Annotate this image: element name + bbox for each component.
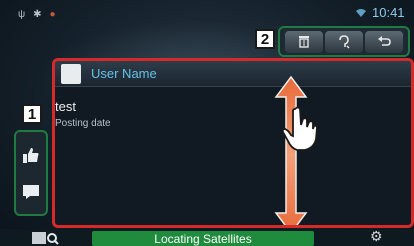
speech-icon bbox=[339, 34, 350, 48]
back-button[interactable] bbox=[365, 30, 403, 53]
side-button-group bbox=[14, 130, 48, 216]
location-status: Locating Satellites bbox=[92, 231, 314, 246]
like-button[interactable] bbox=[19, 142, 43, 168]
status-icons: ψ ✱ ● bbox=[18, 10, 56, 20]
screen: ψ ✱ ● 10:41 2 1 User Name test Posting d… bbox=[0, 0, 414, 246]
comment-icon bbox=[23, 184, 39, 199]
post-text: test bbox=[55, 99, 76, 114]
clock: 10:41 bbox=[372, 5, 405, 20]
post-panel[interactable]: User Name test Posting date bbox=[52, 58, 414, 228]
record-icon: ● bbox=[49, 9, 56, 20]
avatar[interactable] bbox=[61, 64, 81, 84]
comment-button[interactable] bbox=[19, 179, 43, 205]
callout-2: 2 bbox=[255, 29, 275, 49]
navigation-search-icon[interactable] bbox=[30, 229, 60, 246]
wifi-icon bbox=[356, 9, 366, 17]
like-icon bbox=[23, 147, 39, 163]
callout-1: 1 bbox=[22, 104, 42, 124]
post-header: User Name bbox=[55, 61, 411, 87]
hand-touch-icon bbox=[281, 106, 318, 151]
posting-date: Posting date bbox=[55, 118, 111, 129]
bluetooth-icon: ✱ bbox=[33, 9, 42, 20]
toolbar bbox=[278, 26, 410, 57]
voice-button[interactable] bbox=[325, 30, 363, 53]
user-name[interactable]: User Name bbox=[91, 66, 157, 81]
back-icon bbox=[378, 35, 391, 46]
usb-icon: ψ bbox=[18, 9, 26, 20]
gear-icon[interactable]: ⚙ bbox=[370, 228, 388, 246]
trash-icon bbox=[299, 36, 309, 48]
delete-button[interactable] bbox=[285, 30, 323, 53]
